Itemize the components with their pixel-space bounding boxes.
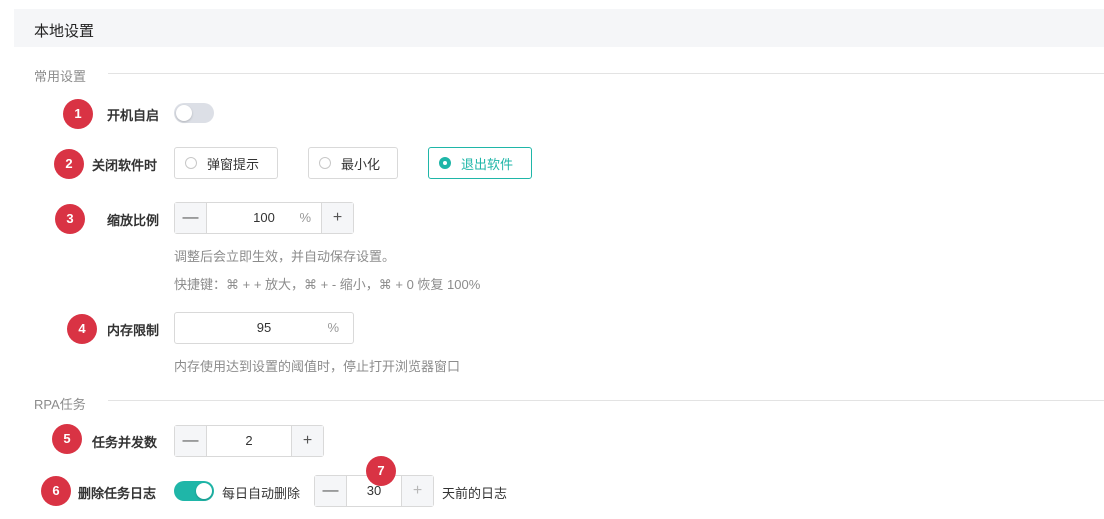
step-badge-6: 6 <box>41 476 71 506</box>
concurrency-increase-button[interactable]: + <box>291 426 323 456</box>
days-increase-button[interactable]: + <box>401 476 433 506</box>
radio-label: 退出软件 <box>461 156 514 172</box>
settings-header: 本地设置 <box>14 9 1104 47</box>
radio-label: 最小化 <box>341 156 381 172</box>
days-decrease-button[interactable]: — <box>315 476 347 506</box>
zoom-increase-button[interactable]: + <box>321 203 353 233</box>
step-badge-7: 7 <box>366 456 396 486</box>
toggle-knob <box>196 483 212 499</box>
zoom-value: 100 <box>253 210 275 225</box>
concurrency-label: 任务并发数 <box>92 435 158 450</box>
delete-logs-toggle[interactable] <box>174 481 214 501</box>
memory-label: 内存限制 <box>107 323 160 338</box>
radio-checked-icon <box>439 157 451 169</box>
memory-value: 95 <box>256 320 272 335</box>
section-title-common: 常用设置 <box>34 69 87 84</box>
zoom-hint: 调整后会立即生效，并自动保存设置。 <box>174 249 396 264</box>
step-badge-3: 3 <box>55 204 85 234</box>
section-divider <box>108 400 1104 401</box>
memory-unit: % <box>327 320 339 335</box>
step-badge-2: 2 <box>54 149 84 179</box>
zoom-shortcut-hint: 快捷键：⌘ + + 放大，⌘ + - 缩小，⌘ + 0 恢复 100% <box>174 277 481 292</box>
autostart-label: 开机自启 <box>107 108 160 123</box>
step-badge-5: 5 <box>52 424 82 454</box>
concurrency-decrease-button[interactable]: — <box>175 426 207 456</box>
concurrency-stepper[interactable]: — 2 + <box>174 425 324 457</box>
radio-circle-icon <box>319 157 331 169</box>
concurrency-value: 2 <box>245 433 253 448</box>
concurrency-value-input[interactable]: 2 <box>207 426 291 456</box>
zoom-unit: % <box>299 210 311 225</box>
autostart-toggle[interactable] <box>174 103 214 123</box>
radio-circle-icon <box>185 157 197 169</box>
toggle-knob <box>176 105 192 121</box>
delete-logs-label: 删除任务日志 <box>78 486 157 501</box>
zoom-value-input[interactable]: 100 % <box>207 203 321 233</box>
radio-label: 弹窗提示 <box>207 156 260 172</box>
radio-popup-prompt[interactable]: 弹窗提示 <box>174 147 278 179</box>
memory-limit-input[interactable]: 95 % <box>174 312 354 344</box>
zoom-label: 缩放比例 <box>107 213 160 228</box>
step-badge-1: 1 <box>63 99 93 129</box>
radio-exit-software[interactable]: 退出软件 <box>428 147 532 179</box>
close-behavior-label: 关闭软件时 <box>92 158 158 173</box>
section-divider <box>108 73 1104 74</box>
section-title-rpa: RPA任务 <box>34 397 86 412</box>
zoom-decrease-button[interactable]: — <box>175 203 207 233</box>
memory-hint: 内存使用达到设置的阈值时，停止打开浏览器窗口 <box>174 359 461 374</box>
page-title: 本地设置 <box>34 23 95 40</box>
delete-logs-prefix: 每日自动删除 <box>222 486 301 501</box>
radio-minimize[interactable]: 最小化 <box>308 147 398 179</box>
step-badge-4: 4 <box>67 314 97 344</box>
zoom-stepper[interactable]: — 100 % + <box>174 202 354 234</box>
delete-logs-suffix: 天前的日志 <box>442 486 508 501</box>
